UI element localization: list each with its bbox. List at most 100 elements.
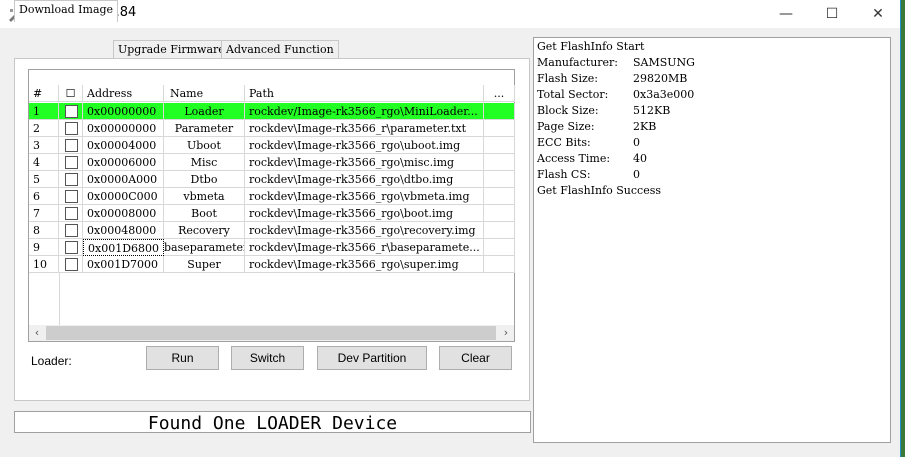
row-address[interactable]: 0x0000C000 [83,188,164,205]
table-row[interactable]: 4 0x00006000 Misc rockdev\Image-rk3566_r… [29,154,515,171]
row-number: 1 [29,103,59,120]
row-path[interactable]: rockdev\Image-rk3566_r\baseparamete... [245,239,484,256]
scrollbar-thumb[interactable] [46,326,496,340]
app-window: RKDevTool v2.84 — ☐ ✕ Download Image Upg… [0,0,901,457]
row-browse-button[interactable] [484,154,515,171]
row-checkbox[interactable] [65,190,78,203]
table-row[interactable]: 6 0x0000C000 vbmeta rockdev\Image-rk3566… [29,188,515,205]
scroll-right-icon[interactable]: › [498,325,514,341]
log-value: 2KB [633,120,657,133]
column-header-more: ... [484,85,515,102]
run-button[interactable]: Run [146,346,219,370]
horizontal-scrollbar[interactable]: ‹ › [29,325,514,341]
maximize-button[interactable]: ☐ [809,0,855,28]
table-row[interactable]: 2 0x00000000 Parameter rockdev\Image-rk3… [29,120,515,137]
row-checkbox[interactable] [65,122,78,135]
row-address[interactable]: 0x00008000 [83,205,164,222]
table-row[interactable]: 10 0x001D7000 Super rockdev\Image-rk3566… [29,256,515,273]
title-bar[interactable]: RKDevTool v2.84 — ☐ ✕ [0,0,900,28]
row-address[interactable]: 0x00000000 [83,120,164,137]
row-checkbox[interactable] [65,224,78,237]
row-number: 5 [29,171,59,188]
table-row[interactable]: 8 0x00048000 Recovery rockdev\Image-rk35… [29,222,515,239]
row-checkbox[interactable] [65,156,78,169]
row-checkbox[interactable] [65,173,78,186]
table-row[interactable]: 3 0x00004000 Uboot rockdev\Image-rk3566_… [29,137,515,154]
row-browse-button[interactable] [484,205,515,222]
row-browse-button[interactable] [484,120,515,137]
column-header-address: Address [83,85,164,102]
row-name: Dtbo [164,171,245,188]
row-checkbox[interactable] [65,207,78,220]
table-row[interactable]: 1 0x00000000 Loader rockdev/Image-rk3566… [29,103,515,120]
row-checkbox[interactable] [65,258,78,271]
tab-upgrade-firmware[interactable]: Upgrade Firmware [113,40,230,59]
row-path[interactable]: rockdev\Image-rk3566_rgo\dtbo.img [245,171,484,188]
log-key: Total Sector: [537,88,609,101]
log-line: ECC Bits: 0 [537,135,640,151]
row-browse-button[interactable] [484,188,515,205]
row-path[interactable]: rockdev\Image-rk3566_rgo\boot.img [245,205,484,222]
row-name: Recovery [164,222,245,239]
row-address[interactable]: 0x001D6800 [83,239,164,256]
row-path[interactable]: rockdev\Image-rk3566_rgo\super.img [245,256,484,273]
log-key: Page Size: [537,120,595,133]
log-key: Block Size: [537,104,599,117]
log-key: Manufacturer: [537,56,619,69]
row-address[interactable]: 0x00000000 [83,103,164,120]
row-name: Super [164,256,245,273]
table-row[interactable]: 5 0x0000A000 Dtbo rockdev\Image-rk3566_r… [29,171,515,188]
scroll-left-icon[interactable]: ‹ [29,325,45,341]
log-line: Page Size: 2KB [537,119,656,135]
column-header-num: # [29,85,59,102]
row-checkbox-cell [59,205,83,222]
tab-download-image[interactable]: Download Image [14,0,119,22]
row-number: 6 [29,188,59,205]
row-browse-button[interactable] [484,222,515,239]
row-checkbox-cell [59,120,83,137]
log-panel[interactable]: Get FlashInfo Start Manufacturer: SAMSUNG… [533,37,891,443]
tab-advanced-function[interactable]: Advanced Function [221,40,339,59]
log-line-end: Get FlashInfo Success [537,184,662,197]
row-address[interactable]: 0x0000A000 [83,171,164,188]
row-browse-button[interactable] [484,239,515,256]
log-value: 0 [633,136,640,149]
row-address[interactable]: 0x00006000 [83,154,164,171]
row-address[interactable]: 0x00004000 [83,137,164,154]
row-checkbox[interactable] [65,105,78,118]
dev-partition-button[interactable]: Dev Partition [317,346,427,370]
minimize-button[interactable]: — [763,0,809,28]
table-row[interactable]: 9 0x001D6800 baseparameter rockdev\Image… [29,239,515,256]
log-line: Flash Size: 29820MB [537,71,687,87]
row-checkbox-cell [59,239,83,256]
row-checkbox-cell [59,137,83,154]
row-path[interactable]: rockdev\Image-rk3566_rgo\recovery.img [245,222,484,239]
row-checkbox[interactable] [65,241,78,254]
row-address[interactable]: 0x001D7000 [83,256,164,273]
table-row[interactable]: 7 0x00008000 Boot rockdev\Image-rk3566_r… [29,205,515,222]
log-line: Total Sector: 0x3a3e000 [537,87,694,103]
row-path[interactable]: rockdev\Image-rk3566_rgo\uboot.img [245,137,484,154]
log-line: Manufacturer: SAMSUNG [537,55,695,71]
clear-button[interactable]: Clear [439,346,512,370]
loader-label: Loader: [31,354,72,368]
log-line: Flash CS: 0 [537,167,640,183]
row-browse-button[interactable] [484,256,515,273]
row-browse-button[interactable] [484,137,515,154]
log-line-start: Get FlashInfo Start [537,40,645,53]
row-path[interactable]: rockdev\Image-rk3566_r\parameter.txt [245,120,484,137]
row-checkbox[interactable] [65,139,78,152]
log-key: Flash CS: [537,168,591,181]
close-button[interactable]: ✕ [855,0,901,28]
log-value: 512KB [633,104,671,117]
row-browse-button[interactable] [484,171,515,188]
switch-button[interactable]: Switch [231,346,304,370]
log-key: Access Time: [537,152,611,165]
row-browse-button[interactable] [484,103,515,120]
row-name: Boot [164,205,245,222]
column-header-check-all[interactable]: ☐ [59,85,83,102]
row-path[interactable]: rockdev\Image-rk3566_rgo\misc.img [245,154,484,171]
row-path[interactable]: rockdev\Image-rk3566_rgo\vbmeta.img [245,188,484,205]
row-path[interactable]: rockdev/Image-rk3566_rgo\MiniLoader... [245,103,484,120]
row-address[interactable]: 0x00048000 [83,222,164,239]
